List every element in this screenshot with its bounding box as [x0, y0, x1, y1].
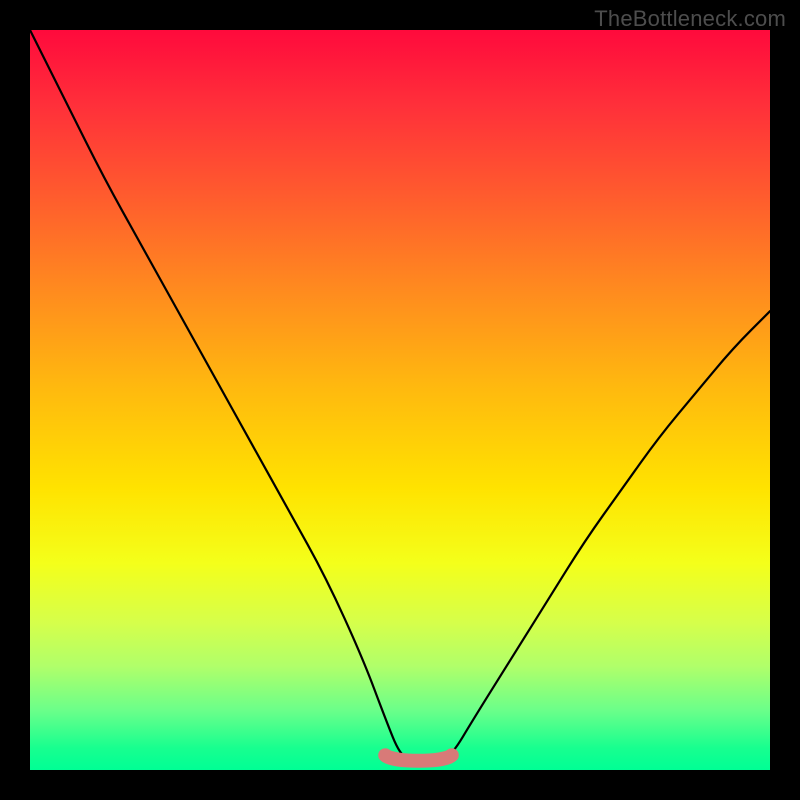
curve-path	[30, 30, 770, 763]
flat-segment	[385, 755, 452, 761]
plot-area	[30, 30, 770, 770]
bottleneck-curve	[30, 30, 770, 770]
chart-frame: TheBottleneck.com	[0, 0, 800, 800]
watermark-text: TheBottleneck.com	[594, 6, 786, 32]
